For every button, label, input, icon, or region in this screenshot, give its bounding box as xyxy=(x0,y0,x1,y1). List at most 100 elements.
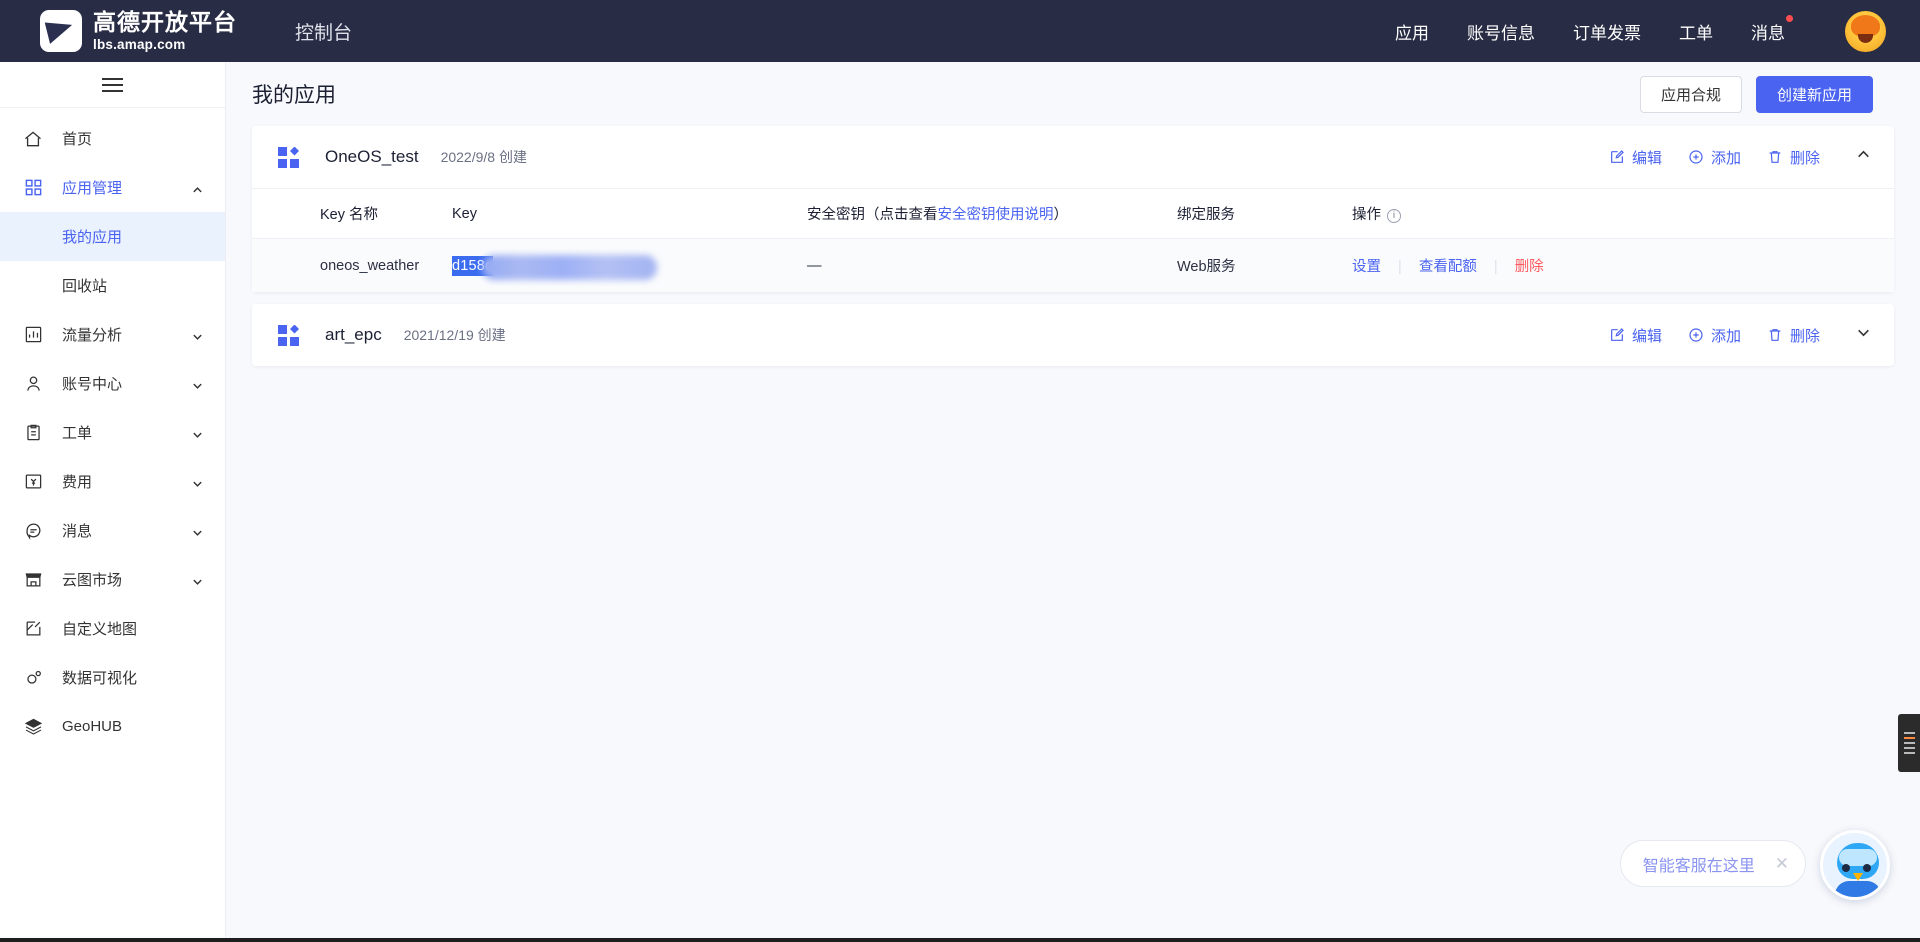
table-header-row: Key 名称 Key 安全密钥（点击查看安全密钥使用说明） 绑定服务 操作 i xyxy=(252,188,1894,239)
edit-app-button[interactable]: 编辑 xyxy=(1609,147,1662,168)
brand-logo-group[interactable]: 高德开放平台 lbs.amap.com xyxy=(40,10,237,52)
sidebar-nav: 首页 应用管理 我的应用 回收站 流量分析 账号中心 工单 费用 消息 云图市场… xyxy=(0,108,225,751)
top-header: 高德开放平台 lbs.amap.com 控制台 应用 账号信息 订单发票 工单 … xyxy=(0,0,1920,62)
page-title: 我的应用 xyxy=(252,84,336,107)
topnav-item-account-info[interactable]: 账号信息 xyxy=(1467,19,1535,44)
topnav-label: 消息 xyxy=(1751,23,1785,43)
security-key-doc-link[interactable]: 安全密钥使用说明 xyxy=(938,207,1054,223)
key-value-selected[interactable]: d158c xyxy=(452,254,657,280)
assistant-eye-right xyxy=(1863,864,1871,872)
app-card: art_epc 2021/12/19 创建 编辑 添加 删除 xyxy=(252,304,1894,366)
key-table-body: oneos_weather d158c — Web服务 设置 | 查看配额 | … xyxy=(252,238,1894,292)
app-card-actions: 编辑 添加 删除 xyxy=(1609,147,1872,168)
settings-link[interactable]: 设置 xyxy=(1352,259,1381,275)
sidebar-item-label: 工单 xyxy=(62,425,93,442)
window-bottom-edge xyxy=(0,938,1920,942)
app-compliance-button[interactable]: 应用合规 xyxy=(1639,75,1742,113)
apps-grid-icon xyxy=(22,177,44,199)
view-quota-link[interactable]: 查看配额 xyxy=(1419,259,1477,275)
expand-card-button[interactable] xyxy=(1854,326,1872,344)
sidebar-item-label: 云图市场 xyxy=(62,572,123,589)
topnav-item-apps[interactable]: 应用 xyxy=(1395,19,1429,44)
add-key-button[interactable]: 添加 xyxy=(1688,147,1741,168)
sidebar-item-traffic-analysis[interactable]: 流量分析 xyxy=(0,310,225,359)
close-icon[interactable]: ✕ xyxy=(1775,854,1789,874)
chevron-up-icon xyxy=(192,182,203,193)
delete-app-button[interactable]: 删除 xyxy=(1767,147,1820,168)
topnav-item-tickets[interactable]: 工单 xyxy=(1679,19,1713,44)
layers-icon xyxy=(22,716,44,738)
brand-text: 高德开放平台 lbs.amap.com xyxy=(93,10,237,52)
action-divider: | xyxy=(1493,259,1498,275)
chat-assistant-avatar[interactable] xyxy=(1820,830,1890,900)
user-icon xyxy=(22,373,44,395)
home-icon xyxy=(22,128,44,150)
nub-line-active xyxy=(1903,737,1915,739)
amap-logo-icon xyxy=(40,10,82,52)
add-key-button[interactable]: 添加 xyxy=(1688,325,1741,346)
chevron-down-icon xyxy=(192,329,203,340)
sidebar-item-fees[interactable]: 费用 xyxy=(0,457,225,506)
cell-operation: 设置 | 查看配额 | 删除 xyxy=(1352,238,1894,292)
collapse-card-button[interactable] xyxy=(1854,148,1872,166)
sidebar-item-messages[interactable]: 消息 xyxy=(0,506,225,555)
edit-app-button[interactable]: 编辑 xyxy=(1609,325,1662,346)
topnav-label: 应用 xyxy=(1395,23,1429,43)
sidebar-item-label: GeoHUB xyxy=(62,718,123,735)
delete-app-button[interactable]: 删除 xyxy=(1767,325,1820,346)
edit-label: 编辑 xyxy=(1631,149,1662,167)
sidebar-collapse-toggle[interactable] xyxy=(0,62,225,108)
notification-dot-badge xyxy=(1786,14,1793,22)
operation-label: 操作 xyxy=(1352,207,1381,223)
app-card-header[interactable]: art_epc 2021/12/19 创建 编辑 添加 删除 xyxy=(252,304,1894,366)
app-grid-icon xyxy=(278,324,299,346)
sidebar-item-home[interactable]: 首页 xyxy=(0,114,225,163)
nub-line xyxy=(1903,742,1915,744)
chevron-down-icon xyxy=(192,476,203,487)
add-label: 添加 xyxy=(1710,327,1741,345)
sidebar-item-my-apps[interactable]: 我的应用 xyxy=(0,212,225,261)
sidebar: 首页 应用管理 我的应用 回收站 流量分析 账号中心 工单 费用 消息 云图市场… xyxy=(0,62,226,942)
edit-icon xyxy=(1609,327,1625,343)
app-card-actions: 编辑 添加 删除 xyxy=(1609,325,1872,346)
plus-circle-icon xyxy=(1688,327,1704,343)
create-app-button[interactable]: 创建新应用 xyxy=(1755,75,1873,113)
edit-icon xyxy=(1609,149,1625,165)
info-icon[interactable]: i xyxy=(1387,208,1401,223)
cell-key-name: oneos_weather xyxy=(252,238,452,292)
sidebar-item-data-visualization[interactable]: 数据可视化 xyxy=(0,653,225,702)
sidebar-item-app-management[interactable]: 应用管理 xyxy=(0,163,225,212)
chevron-down-icon xyxy=(192,378,203,389)
app-created-date: 2021/12/19 创建 xyxy=(403,327,506,343)
topnav-item-messages[interactable]: 消息 xyxy=(1751,14,1793,44)
sidebar-item-label: 流量分析 xyxy=(62,327,123,344)
main-content: 我的应用 应用合规 创建新应用 OneOS_test 2022/9/8 创建 编… xyxy=(226,62,1920,942)
app-card-header[interactable]: OneOS_test 2022/9/8 创建 编辑 添加 删除 xyxy=(252,126,1894,188)
data-viz-icon xyxy=(22,667,44,689)
chat-prompt-bubble[interactable]: 智能客服在这里 ✕ xyxy=(1619,840,1806,887)
yuan-icon xyxy=(22,471,44,493)
sidebar-item-label: 数据可视化 xyxy=(62,670,138,687)
sidebar-item-cloud-map-market[interactable]: 云图市场 xyxy=(0,555,225,604)
topnav-item-orders-invoices[interactable]: 订单发票 xyxy=(1573,19,1641,44)
key-redaction-overlay xyxy=(482,254,657,280)
sidebar-item-custom-map[interactable]: 自定义地图 xyxy=(0,604,225,653)
chart-icon xyxy=(22,324,44,346)
sidebar-item-tickets[interactable]: 工单 xyxy=(0,408,225,457)
store-icon xyxy=(22,569,44,591)
sidebar-item-geohub[interactable]: GeoHUB xyxy=(0,702,225,751)
scrollbar-handle[interactable] xyxy=(1898,714,1920,772)
console-label[interactable]: 控制台 xyxy=(295,18,352,45)
delete-key-link[interactable]: 删除 xyxy=(1515,259,1544,275)
security-key-text-suffix: ） xyxy=(1053,207,1069,223)
topnav-label: 订单发票 xyxy=(1573,23,1641,43)
clipboard-icon xyxy=(22,422,44,444)
page-header: 我的应用 应用合规 创建新应用 xyxy=(226,62,1920,126)
user-avatar[interactable] xyxy=(1845,10,1886,52)
sidebar-item-label: 消息 xyxy=(62,523,93,540)
sidebar-item-account-center[interactable]: 账号中心 xyxy=(0,359,225,408)
col-security-key: 安全密钥（点击查看安全密钥使用说明） xyxy=(807,188,1177,239)
sidebar-item-recycle-bin[interactable]: 回收站 xyxy=(0,261,225,310)
cell-key[interactable]: d158c xyxy=(452,238,807,292)
table-row: oneos_weather d158c — Web服务 设置 | 查看配额 | … xyxy=(252,238,1894,292)
